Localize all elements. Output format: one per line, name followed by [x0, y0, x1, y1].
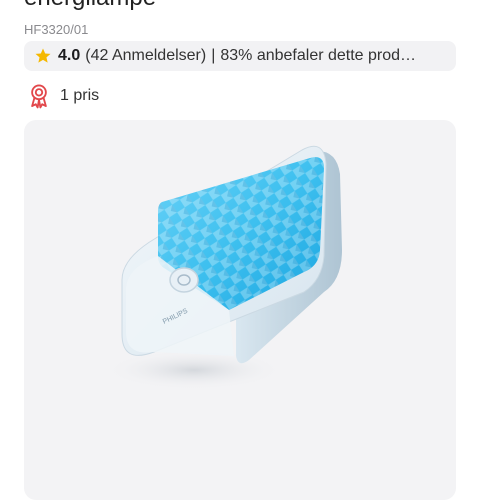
power-button [169, 267, 199, 293]
rating-summary-bar[interactable]: 4.0 (42 Anmeldelser) | 83% anbefaler det… [24, 41, 456, 71]
price-count-link[interactable]: 1 pris [28, 83, 99, 109]
product-image[interactable]: PHILIPS [24, 120, 456, 500]
rating-score: 4.0 [58, 47, 81, 64]
star-icon [35, 48, 51, 63]
light-therapy-lamp-image: PHILIPS [104, 145, 342, 390]
price-count-label: 1 pris [60, 87, 100, 104]
lamp-shadow [104, 350, 284, 390]
product-title: energilampe [24, 0, 156, 12]
rating-separator: | [211, 47, 216, 64]
award-ribbon-icon [31, 84, 47, 109]
product-sku: HF3320/01 [24, 22, 89, 37]
review-count-link[interactable]: (42 Anmeldelser) [85, 47, 206, 65]
recommend-percentage: 83% anbefaler dette prod… [220, 47, 417, 64]
